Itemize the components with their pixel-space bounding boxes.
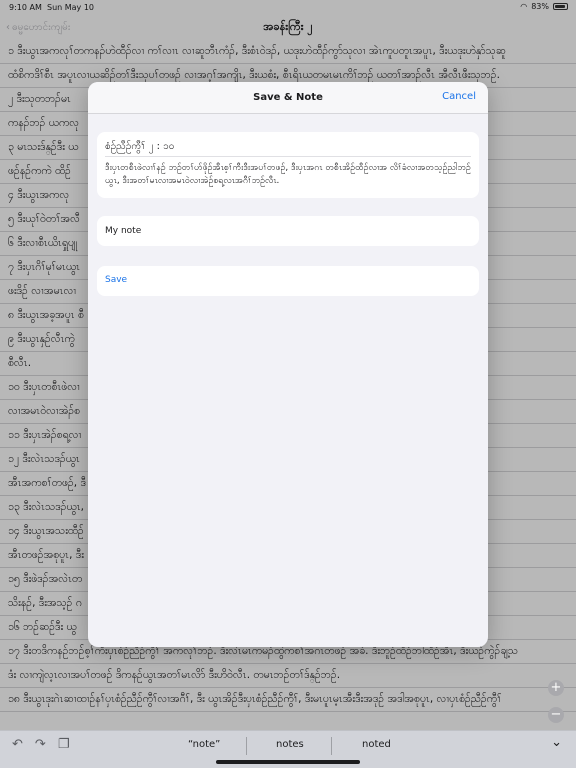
save-button-label: Save bbox=[105, 275, 128, 285]
save-button[interactable]: Save bbox=[97, 266, 479, 296]
plus-circle-icon[interactable]: + bbox=[548, 680, 564, 696]
chevron-down-icon[interactable]: ⌄ bbox=[551, 735, 562, 750]
note-input[interactable] bbox=[97, 216, 479, 246]
cancel-button[interactable]: Cancel bbox=[442, 91, 476, 102]
home-indicator bbox=[216, 760, 360, 764]
suggestion-divider bbox=[246, 737, 247, 755]
suggestion-item[interactable]: notes bbox=[276, 739, 304, 750]
suggestion-item[interactable]: “note” bbox=[188, 739, 220, 750]
keyboard-edit-tools: ↶ ↷ ❐ bbox=[12, 737, 69, 752]
minus-circle-icon[interactable]: − bbox=[548, 707, 564, 723]
undo-icon[interactable]: ↶ bbox=[12, 737, 23, 752]
verse-reference-card: စံဉ်ညီဉ်ကွီၢ် ၂ : ၁၀ ဒီးပှၤတစီၤဖဲလၢၢ်နဉ်… bbox=[97, 132, 479, 198]
save-note-modal: Save & Note Cancel စံဉ်ညီဉ်ကွီၢ် ၂ : ၁၀ … bbox=[88, 82, 488, 647]
modal-header: Save & Note Cancel bbox=[88, 82, 488, 114]
note-field-card bbox=[97, 216, 479, 246]
verse-reference-text: ဒီးပှၤတစီၤဖဲလၢၢ်နဉ် ဘဉ်တၢ်ဟ်ဖိုဉ်အီၤစ့ၢ်… bbox=[105, 163, 471, 186]
suggestion-divider bbox=[331, 737, 332, 755]
suggestion-item[interactable]: noted bbox=[362, 739, 391, 750]
verse-reference-title: စံဉ်ညီဉ်ကွီၢ် ၂ : ၁၀ bbox=[105, 139, 471, 157]
redo-icon[interactable]: ↷ bbox=[35, 737, 46, 752]
modal-title: Save & Note bbox=[253, 92, 323, 103]
paste-icon[interactable]: ❐ bbox=[58, 737, 70, 752]
